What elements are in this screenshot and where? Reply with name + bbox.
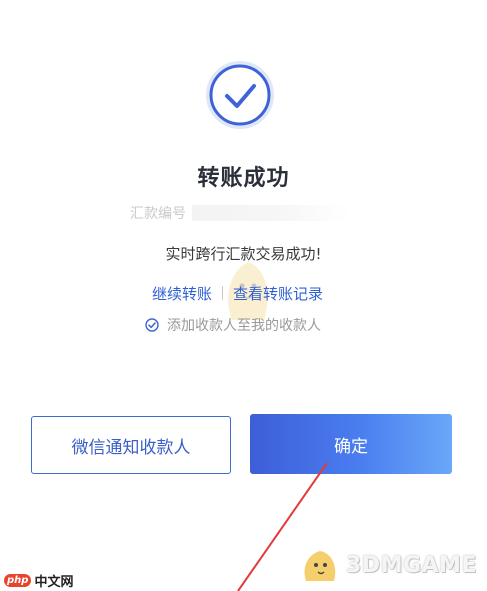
view-transfer-records-link[interactable]: 查看转账记录 [233,283,323,304]
add-payee-checkbox-row[interactable]: 添加收款人至我的收款人 [145,315,321,335]
action-links: 继续转账 查看转账记录 [152,283,323,303]
watermark-php-cn: php 中文网 [4,571,74,590]
reference-number-value-redacted [192,205,350,221]
php-cn-text: 中文网 [34,574,74,590]
success-check-icon [205,60,275,130]
3dmgame-brand-text: 3DMGAME [346,552,477,578]
reference-number-row: 汇款编号 [130,203,350,223]
3dm-mascot-icon [300,545,342,585]
confirm-button[interactable]: 确定 [250,414,452,474]
reference-number-label: 汇款编号 [130,206,186,222]
checkbox-checked-icon[interactable] [145,318,159,332]
add-payee-checkbox-label: 添加收款人至我的收款人 [167,318,321,334]
page-title: 转账成功 [197,166,290,191]
php-logo-icon: php [4,573,32,587]
continue-transfer-link[interactable]: 继续转账 [152,283,212,304]
wechat-notify-payee-button[interactable]: 微信通知收款人 [31,416,231,474]
success-message: 实时跨行汇款交易成功! [165,245,322,263]
link-divider [222,286,224,300]
watermark-3dmgame: 3DMGAME [300,545,477,585]
